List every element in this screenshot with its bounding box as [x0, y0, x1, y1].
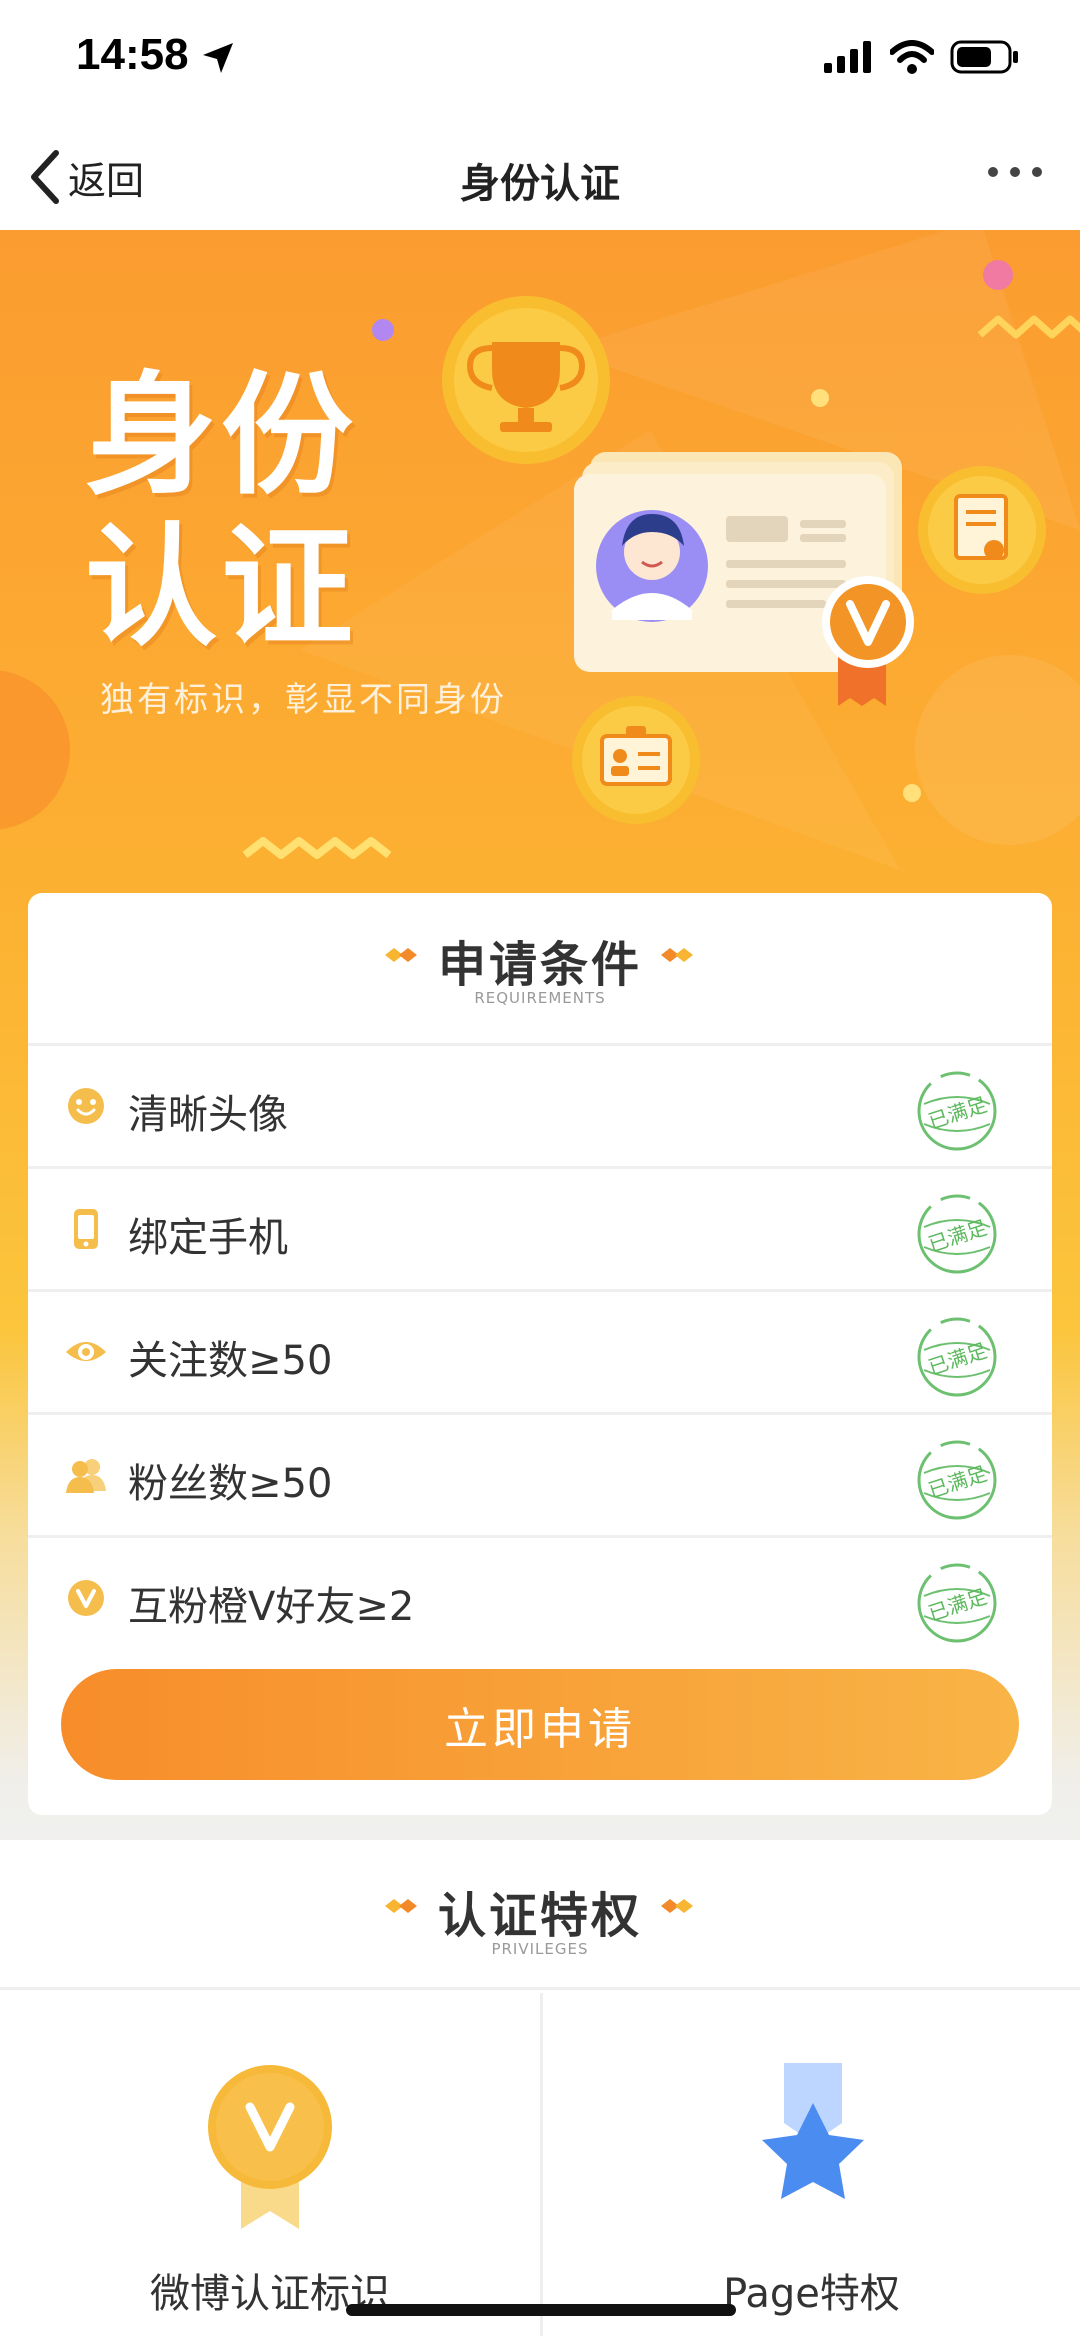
privileges-section: 认证特权 PRIVILEGES 微博认证标识 Page特权 [0, 1840, 1080, 2336]
satisfied-stamp-icon: 已满足 [917, 1317, 997, 1397]
apply-now-button[interactable]: 立即申请 [61, 1669, 1019, 1780]
requirement-row-mutual-orange-v: 互粉橙V好友≥2 已满足 [28, 1538, 1052, 1661]
satisfied-stamp-icon: 已满足 [917, 1194, 997, 1274]
location-arrow-icon [203, 43, 233, 73]
satisfied-stamp-icon: 已满足 [917, 1440, 997, 1520]
requirement-label: 互粉橙V好友≥2 [128, 1584, 415, 1630]
requirement-row-phone: 绑定手机 已满足 [28, 1169, 1052, 1292]
requirement-row-followers: 粉丝数≥50 已满足 [28, 1415, 1052, 1538]
requirement-row-following: 关注数≥50 已满足 [28, 1292, 1052, 1415]
diamond-deco-icon [661, 1899, 693, 1913]
hero-title-line2: 认证 [85, 511, 357, 665]
wifi-icon [890, 40, 934, 74]
users-icon [66, 1459, 106, 1493]
requirements-header: 申请条件 REQUIREMENTS [28, 893, 1052, 1043]
v-badge-icon [68, 1580, 104, 1616]
more-dot-icon [1010, 167, 1020, 177]
privilege-item-verified-badge[interactable]: 微博认证标识 [0, 1993, 540, 2336]
privilege-item-page[interactable]: Page特权 [540, 1993, 1080, 2336]
requirement-row-avatar: 清晰头像 已满足 [28, 1046, 1052, 1169]
eye-icon [66, 1342, 106, 1361]
requirements-subtitle: REQUIREMENTS [474, 989, 606, 1007]
diamond-deco-icon [661, 948, 693, 962]
page-title: 身份认证 [460, 161, 620, 207]
star-ribbon-icon [762, 2063, 864, 2199]
more-dot-icon [988, 167, 998, 177]
smile-face-icon [68, 1088, 104, 1124]
cellular-signal-icon [824, 41, 871, 73]
nav-bar: 返回 身份认证 [0, 125, 1080, 230]
status-bar: 14:58 [0, 0, 1080, 125]
status-time: 14:58 [76, 30, 189, 79]
hero-title: 身份 认证 [85, 360, 405, 664]
privileges-subtitle: PRIVILEGES [491, 1940, 589, 1958]
requirement-label: 粉丝数≥50 [128, 1461, 333, 1507]
privileges-title: 认证特权 [437, 1888, 642, 1944]
phone-icon [74, 1209, 98, 1249]
home-indicator[interactable] [346, 2304, 736, 2316]
hero-slogan: 独有标识，彰显不同身份 [100, 680, 507, 720]
more-options-button[interactable] [988, 167, 1042, 177]
satisfied-stamp-icon: 已满足 [917, 1563, 997, 1643]
privileges-header: 认证特权 PRIVILEGES [0, 1840, 1080, 1990]
hero-title-line1: 身份 [85, 359, 357, 513]
privileges-grid: 微博认证标识 Page特权 [0, 1993, 1080, 2336]
battery-icon [950, 40, 1018, 74]
requirement-label: 关注数≥50 [128, 1338, 333, 1384]
requirements-card: 申请条件 REQUIREMENTS 清晰头像 已满足 绑定手机 已满足 关注数≥… [28, 893, 1052, 1815]
requirement-label: 绑定手机 [128, 1215, 288, 1261]
requirements-list: 清晰头像 已满足 绑定手机 已满足 关注数≥50 已满足 粉丝数≥50 已满足 … [28, 1043, 1052, 1661]
more-dot-icon [1032, 167, 1042, 177]
v-medal-icon [208, 2065, 332, 2229]
requirements-title: 申请条件 [437, 937, 642, 993]
satisfied-stamp-icon: 已满足 [917, 1071, 997, 1151]
requirement-label: 清晰头像 [128, 1092, 288, 1138]
